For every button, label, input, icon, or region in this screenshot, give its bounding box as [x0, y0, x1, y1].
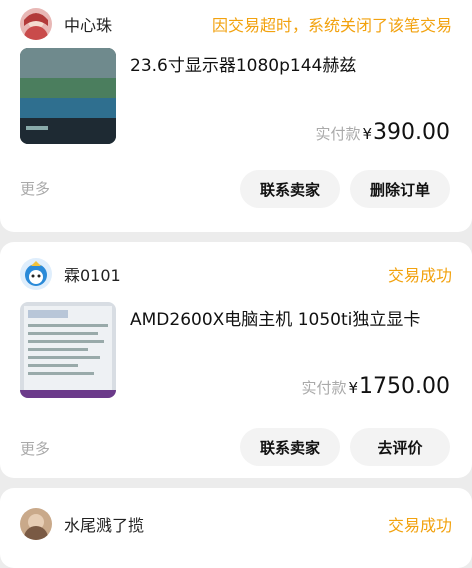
- order-price: 实付款 ¥ 390.00: [315, 120, 450, 145]
- price-value: 390.00: [373, 120, 450, 145]
- order-card[interactable]: 霖0101 交易成功 AMD2600X电脑主机 1050ti独立显卡 实付款 ¥…: [0, 242, 472, 478]
- more-button[interactable]: 更多: [20, 178, 50, 199]
- order-price: 实付款 ¥ 1750.00: [301, 374, 450, 399]
- write-review-button[interactable]: 去评价: [350, 428, 450, 466]
- product-title[interactable]: AMD2600X电脑主机 1050ti独立显卡: [130, 305, 452, 330]
- order-header: 中心珠 因交易超时，系统关闭了该笔交易: [20, 8, 452, 40]
- more-button[interactable]: 更多: [20, 438, 50, 459]
- seller-avatar[interactable]: [20, 258, 52, 290]
- delete-order-button[interactable]: 删除订单: [350, 170, 450, 208]
- contact-seller-button[interactable]: 联系卖家: [240, 170, 340, 208]
- price-label: 实付款: [301, 379, 347, 397]
- seller-avatar[interactable]: [20, 508, 52, 540]
- order-status: 交易成功: [387, 266, 452, 285]
- order-card[interactable]: 中心珠 因交易超时，系统关闭了该笔交易 23.6寸显示器1080p144赫兹 实…: [0, 0, 472, 232]
- order-status: 因交易超时，系统关闭了该笔交易: [211, 16, 452, 35]
- product-thumbnail[interactable]: [20, 302, 116, 398]
- order-header: 水尾溅了揽 交易成功: [20, 508, 452, 540]
- seller-avatar[interactable]: [20, 8, 52, 40]
- seller-name[interactable]: 中心珠: [64, 12, 112, 36]
- product-title[interactable]: 23.6寸显示器1080p144赫兹: [130, 51, 452, 76]
- currency-symbol: ¥: [362, 125, 373, 143]
- currency-symbol: ¥: [348, 379, 359, 397]
- seller-name[interactable]: 霖0101: [64, 262, 121, 286]
- product-thumbnail[interactable]: [20, 48, 116, 144]
- price-label: 实付款: [315, 125, 361, 143]
- contact-seller-button[interactable]: 联系卖家: [240, 428, 340, 466]
- price-value: 1750.00: [359, 374, 450, 399]
- seller-name[interactable]: 水尾溅了揽: [64, 512, 144, 536]
- order-card[interactable]: 水尾溅了揽 交易成功: [0, 488, 472, 568]
- order-header: 霖0101 交易成功: [20, 258, 452, 290]
- order-status: 交易成功: [387, 516, 452, 535]
